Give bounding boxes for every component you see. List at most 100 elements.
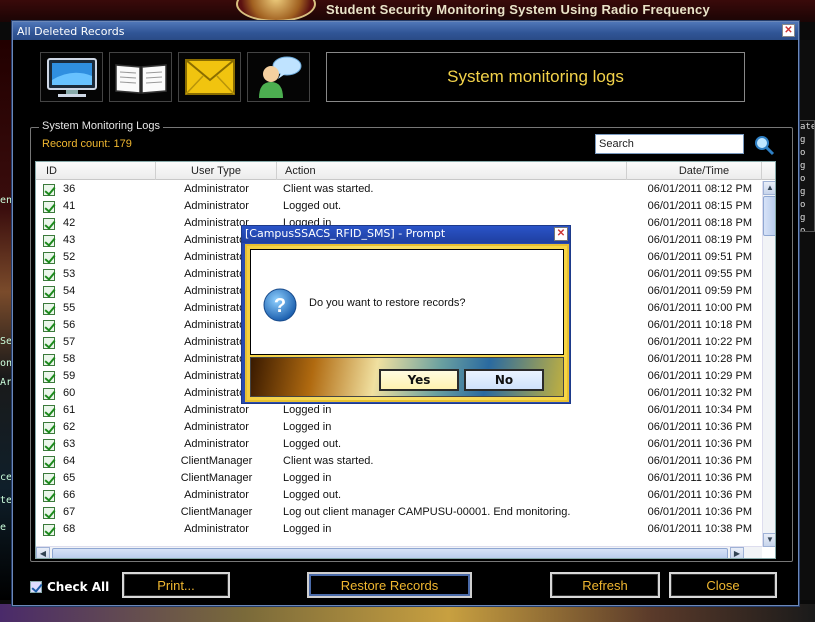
row-id: 61	[63, 404, 76, 416]
row-id: 54	[63, 285, 76, 297]
row-checkbox[interactable]	[43, 184, 55, 196]
restore-prompt-dialog: [CampusSSACS_RFID_SMS] - Prompt ✕ ? Do y…	[241, 225, 571, 404]
row-id: 57	[63, 336, 76, 348]
yes-button[interactable]: Yes	[379, 369, 459, 391]
row-checkbox[interactable]	[43, 422, 55, 434]
no-button[interactable]: No	[464, 369, 544, 391]
column-header-datetime[interactable]: Date/Time	[627, 162, 762, 180]
row-id: 36	[63, 183, 76, 195]
check-all-label[interactable]: Check All	[47, 580, 109, 594]
window-close-button[interactable]: ✕	[782, 24, 795, 37]
dialog-close-button[interactable]: ✕	[554, 227, 568, 241]
table-row[interactable]: 64 ClientManager Client was started. 06/01/…	[36, 453, 762, 470]
table-row[interactable]: 65 ClientManager Logged in 06/01/2011 10:36…	[36, 470, 762, 487]
row-checkbox[interactable]	[43, 490, 55, 502]
row-action: Logged out.	[283, 438, 342, 450]
right-fragment: g o	[800, 161, 806, 184]
dialog-titlebar[interactable]: [CampusSSACS_RFID_SMS] - Prompt ✕	[242, 226, 570, 243]
row-datetime: 06/01/2011 10:28 PM	[647, 353, 752, 365]
scroll-up-icon[interactable]: ▲	[763, 181, 775, 195]
row-checkbox[interactable]	[43, 473, 55, 485]
row-checkbox[interactable]	[43, 235, 55, 247]
row-action: Logged out.	[283, 200, 342, 212]
row-checkbox[interactable]	[43, 507, 55, 519]
search-input[interactable]	[595, 134, 744, 154]
row-user-type: Administrator	[184, 438, 249, 450]
row-checkbox[interactable]	[43, 354, 55, 366]
logs-group-label: System Monitoring Logs	[39, 120, 163, 132]
table-row[interactable]: 62 Administrator Logged in 06/01/2011 10:36…	[36, 419, 762, 436]
table-row[interactable]: 41 Administrator Logged out. 06/01/2011 08:…	[36, 198, 762, 215]
row-checkbox[interactable]	[43, 371, 55, 383]
row-checkbox[interactable]	[43, 388, 55, 400]
column-header-id[interactable]: ID	[36, 162, 156, 180]
row-user-type: Administrator	[184, 421, 249, 433]
check-all-control[interactable]: Check All	[30, 580, 109, 594]
row-id: 42	[63, 217, 76, 229]
row-datetime: 06/01/2011 10:38 PM	[647, 523, 752, 535]
table-header: ID User Type Action Date/Time	[36, 162, 775, 180]
row-datetime: 06/01/2011 10:32 PM	[647, 387, 752, 399]
section-header-title: System monitoring logs	[447, 67, 624, 86]
left-fragment: Se	[0, 336, 13, 347]
row-user-type: Administrator	[184, 183, 249, 195]
table-row[interactable]: 67 ClientManager Log out client manager CA…	[36, 504, 762, 521]
table-row[interactable]: 68 Administrator Logged in 06/01/2011 10:38…	[36, 521, 762, 538]
row-checkbox[interactable]	[43, 286, 55, 298]
row-user-type: Administrator	[184, 404, 249, 416]
right-fragment: g o	[800, 135, 806, 158]
vertical-scrollbar[interactable]: ▲ ▼	[762, 181, 775, 547]
row-checkbox[interactable]	[43, 252, 55, 264]
left-fragment: Ar	[0, 377, 13, 388]
row-id: 68	[63, 523, 76, 535]
column-header-action[interactable]: Action	[277, 162, 627, 180]
row-checkbox[interactable]	[43, 405, 55, 417]
restore-records-button[interactable]: Restore Records	[307, 572, 472, 598]
row-datetime: 06/01/2011 08:15 PM	[647, 200, 752, 212]
refresh-button[interactable]: Refresh	[550, 572, 660, 598]
column-header-user-type[interactable]: User Type	[156, 162, 277, 180]
row-checkbox[interactable]	[43, 218, 55, 230]
horizontal-scrollbar[interactable]: ◀ ▶	[36, 546, 762, 558]
row-checkbox[interactable]	[43, 439, 55, 451]
record-count: Record count: 179	[42, 138, 132, 150]
row-checkbox[interactable]	[43, 456, 55, 468]
envelope-icon[interactable]	[178, 52, 241, 102]
table-row[interactable]: 61 Administrator Logged in 06/01/2011 10:34…	[36, 402, 762, 419]
table-row[interactable]: 66 Administrator Logged out. 06/01/2011 10:…	[36, 487, 762, 504]
row-action: Logged in	[283, 523, 332, 535]
search-icon[interactable]	[753, 134, 775, 156]
row-checkbox[interactable]	[43, 201, 55, 213]
svg-text:?: ?	[274, 295, 286, 317]
book-icon[interactable]	[109, 52, 172, 102]
row-action: Logged in	[283, 404, 332, 416]
row-checkbox[interactable]	[43, 320, 55, 332]
scroll-right-icon[interactable]: ▶	[730, 547, 744, 558]
horizontal-scroll-thumb[interactable]	[52, 548, 728, 558]
row-user-type: Administrator	[184, 489, 249, 501]
scroll-left-icon[interactable]: ◀	[36, 547, 50, 558]
close-button[interactable]: Close	[669, 572, 777, 598]
window-titlebar[interactable]: All Deleted Records	[13, 22, 798, 40]
row-checkbox[interactable]	[43, 337, 55, 349]
monitor-icon[interactable]	[40, 52, 103, 102]
row-checkbox[interactable]	[43, 303, 55, 315]
row-id: 58	[63, 353, 76, 365]
row-checkbox[interactable]	[43, 269, 55, 281]
vertical-scroll-thumb[interactable]	[763, 196, 775, 236]
row-id: 65	[63, 472, 76, 484]
left-fragment: en	[0, 195, 13, 206]
row-checkbox[interactable]	[43, 524, 55, 536]
table-row[interactable]: 36 Administrator Client was started. 06/01/…	[36, 181, 762, 198]
row-id: 52	[63, 251, 76, 263]
row-datetime: 06/01/2011 09:55 PM	[647, 268, 752, 280]
print-button[interactable]: Print...	[122, 572, 230, 598]
table-row[interactable]: 63 Administrator Logged out. 06/01/2011 10:…	[36, 436, 762, 453]
row-datetime: 06/01/2011 10:36 PM	[647, 472, 752, 484]
row-id: 64	[63, 455, 76, 467]
scroll-down-icon[interactable]: ▼	[763, 533, 775, 547]
check-all-checkbox[interactable]	[30, 581, 42, 593]
dialog-message: Do you want to restore records?	[309, 297, 466, 309]
row-datetime: 06/01/2011 10:36 PM	[647, 438, 752, 450]
user-chat-icon[interactable]	[247, 52, 310, 102]
